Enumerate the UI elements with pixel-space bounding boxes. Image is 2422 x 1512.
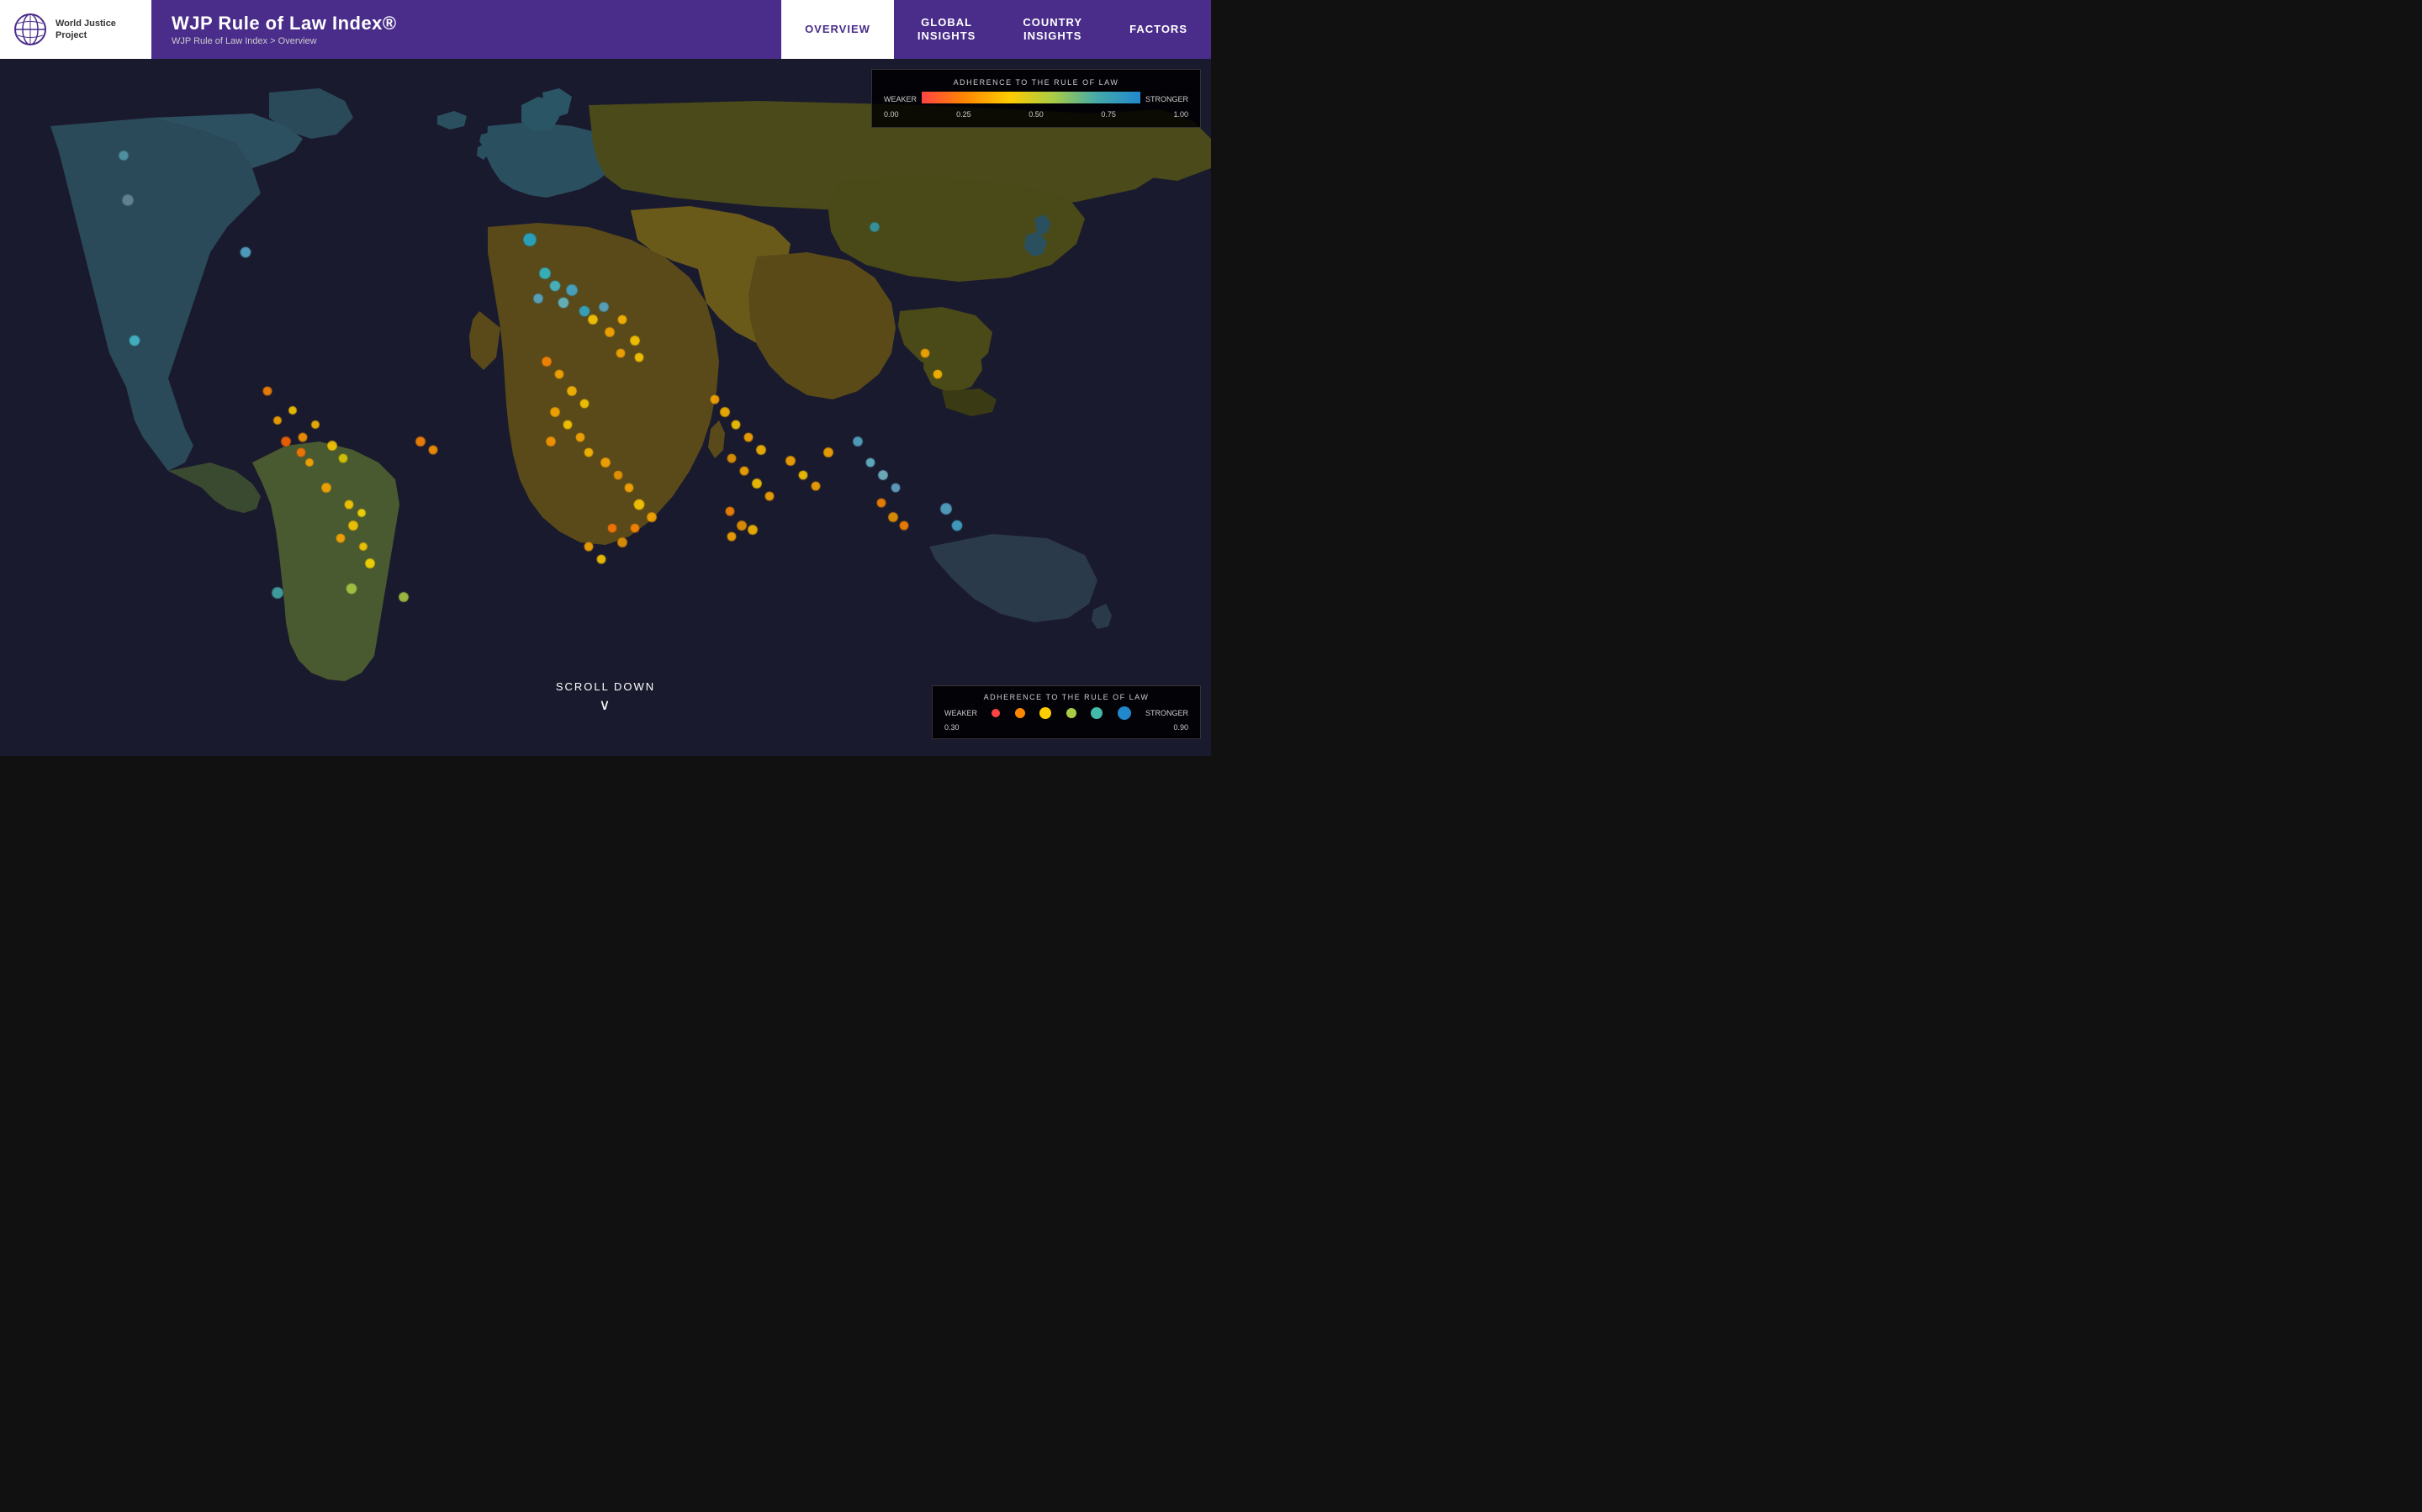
nav-country-insights[interactable]: COUNTRYINSIGHTS [999,0,1106,59]
legend-bottom: ADHERENCE TO THE RULE OF LAW WEAKER STRO… [932,685,1201,739]
legend-gradient-bar [922,92,1140,103]
nav: OVERVIEW GLOBALINSIGHTS COUNTRYINSIGHTS … [781,0,1211,59]
globe-icon [13,13,47,46]
legend-dot-yellow [1039,707,1051,719]
legend-dots-row: WEAKER STRONGER [944,706,1188,720]
legend-dot-teal [1091,707,1103,719]
legend-top-title: ADHERENCE TO THE RULE OF LAW [884,78,1188,87]
legend-bottom-title: ADHERENCE TO THE RULE OF LAW [944,693,1188,701]
title-area: WJP Rule of Law Index® WJP Rule of Law I… [151,0,417,59]
logo-area: World Justice Project [0,0,151,59]
nav-overview[interactable]: OVERVIEW [781,0,894,59]
legend-bottom-stronger-text: STRONGER [1145,709,1188,717]
legend-dot-yellow-green [1066,708,1076,718]
scroll-down-label: SCROLL DOWN [556,680,655,693]
main-title: WJP Rule of Law Index® [172,13,397,34]
legend-dot-blue [1118,706,1131,720]
legend-bottom-scale-max: 0.90 [1173,723,1188,732]
nav-global-insights[interactable]: GLOBALINSIGHTS [894,0,999,59]
chevron-down-icon: ∨ [556,696,655,714]
nav-factors[interactable]: FACTORS [1106,0,1211,59]
breadcrumb: WJP Rule of Law Index > Overview [172,36,397,46]
header: World Justice Project WJP Rule of Law In… [0,0,1211,59]
legend-stronger-text: STRONGER [1145,95,1188,103]
scroll-down[interactable]: SCROLL DOWN ∨ [556,680,655,714]
legend-weaker-text: WEAKER [884,95,917,103]
legend-top: ADHERENCE TO THE RULE OF LAW WEAKER STRO… [871,69,1201,128]
map-container: ADHERENCE TO THE RULE OF LAW WEAKER STRO… [0,59,1211,756]
legend-dot-orange [1015,708,1025,718]
legend-dot-red [992,709,1000,717]
logo-text: World Justice Project [56,18,116,42]
legend-bottom-scale-min: 0.30 [944,723,960,732]
legend-scale-labels: 0.00 0.25 0.50 0.75 1.00 [884,110,1188,119]
world-map-svg [0,59,1211,756]
legend-bottom-weaker-text: WEAKER [944,709,977,717]
